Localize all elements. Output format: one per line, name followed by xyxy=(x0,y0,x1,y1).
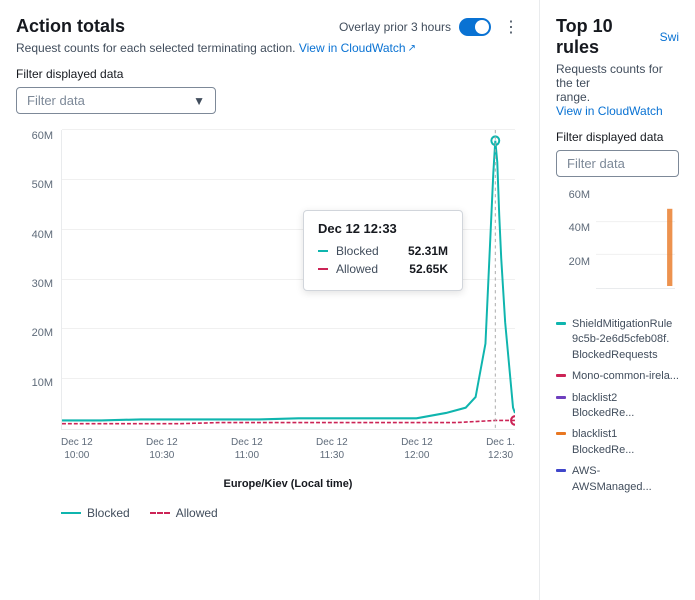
chart-area: 10M 20M 30M 40M 50M 60M xyxy=(16,130,523,470)
left-panel: Action totals Overlay prior 3 hours ⋮ Re… xyxy=(0,0,540,600)
tooltip-box: Dec 12 12:33 Blocked 52.31M Allowed 52.6… xyxy=(303,210,463,291)
tooltip-allowed-color xyxy=(318,268,328,270)
right-chart-plot xyxy=(596,189,675,289)
rule-label-4: blacklist1 BlockedRe... xyxy=(572,427,679,458)
filter-label: Filter displayed data xyxy=(16,67,523,81)
right-panel: Top 10 rules Swi Requests counts for the… xyxy=(540,0,695,600)
right-chart-svg xyxy=(596,189,675,288)
legend-allowed-label: Allowed xyxy=(176,506,218,520)
right-filter-label: Filter displayed data xyxy=(556,130,679,144)
subtitle: Request counts for each selected termina… xyxy=(16,41,523,55)
legend-item-allowed: Allowed xyxy=(150,506,218,520)
filter-dropdown-text: Filter data xyxy=(27,93,85,108)
tooltip-date: Dec 12 12:33 xyxy=(318,221,448,236)
rule-label-5: AWS-AWSManaged... xyxy=(572,464,679,495)
x-label-5: Dec 1212:00 xyxy=(401,436,433,462)
right-panel-header: Top 10 rules Swi xyxy=(556,16,679,58)
x-label-4: Dec 1211:30 xyxy=(316,436,348,462)
rule-item-1: ShieldMitigationRule 9c5b-2e6d5cfeb08f. … xyxy=(556,317,679,363)
legend: Blocked Allowed xyxy=(16,506,523,520)
rule-dot-5 xyxy=(556,469,566,472)
tooltip-row-allowed: Allowed 52.65K xyxy=(318,262,448,276)
y-label-10m: 10M xyxy=(16,377,61,389)
panel-title: Action totals xyxy=(16,16,125,37)
right-title: Top 10 rules xyxy=(556,16,660,58)
right-chart-container: 20M 40M 60M xyxy=(556,189,679,309)
tooltip-blocked-color xyxy=(318,250,328,252)
rule-dot-2 xyxy=(556,374,566,377)
legend-item-blocked: Blocked xyxy=(61,506,130,520)
dots-menu[interactable]: ⋮ xyxy=(499,17,523,37)
legend-blocked-line xyxy=(61,512,81,514)
legend-allowed-line xyxy=(150,512,170,514)
y-label-60m: 60M xyxy=(16,130,61,142)
tooltip-row-blocked: Blocked 52.31M xyxy=(318,244,448,258)
header-controls: Overlay prior 3 hours ⋮ xyxy=(339,17,523,37)
x-label-2: Dec 1210:30 xyxy=(146,436,178,462)
rule-item-3: blacklist2 BlockedRe... xyxy=(556,391,679,422)
tooltip-blocked-value: 52.31M xyxy=(408,244,448,258)
x-axis: Dec 1210:00 Dec 1210:30 Dec 1211:00 Dec … xyxy=(61,430,515,470)
right-bar xyxy=(667,209,672,286)
chevron-down-icon: ▼ xyxy=(193,94,205,108)
overlay-toggle[interactable] xyxy=(459,18,491,36)
rule-dot-1 xyxy=(556,322,566,325)
y-axis: 10M 20M 30M 40M 50M 60M xyxy=(16,130,61,430)
rule-label-2: Mono-common-irela... xyxy=(572,369,679,384)
rule-item-5: AWS-AWSManaged... xyxy=(556,464,679,495)
y-label-40m: 40M xyxy=(16,229,61,241)
right-subtitle: Requests counts for the ter range. View … xyxy=(556,62,679,118)
rule-label-1: ShieldMitigationRule 9c5b-2e6d5cfeb08f. … xyxy=(572,317,679,363)
rule-label-3: blacklist2 BlockedRe... xyxy=(572,391,679,422)
overlay-label: Overlay prior 3 hours xyxy=(339,20,451,34)
tooltip-allowed-value: 52.65K xyxy=(409,262,448,276)
x-axis-title: Europe/Kiev (Local time) xyxy=(61,478,515,490)
external-link-icon: ↗ xyxy=(408,43,416,54)
allowed-line xyxy=(62,420,515,423)
right-filter-text: Filter data xyxy=(567,156,625,171)
filter-dropdown[interactable]: Filter data ▼ xyxy=(16,87,216,114)
rules-list: ShieldMitigationRule 9c5b-2e6d5cfeb08f. … xyxy=(556,317,679,501)
rule-dot-3 xyxy=(556,396,566,399)
y-label-50m: 50M xyxy=(16,179,61,191)
right-filter-dropdown[interactable]: Filter data xyxy=(556,150,679,177)
rule-item-2: Mono-common-irela... xyxy=(556,369,679,384)
right-y-label-20: 20M xyxy=(556,256,596,268)
rule-dot-4 xyxy=(556,432,566,435)
y-label-20m: 20M xyxy=(16,327,61,339)
y-label-30m: 30M xyxy=(16,278,61,290)
right-y-label-60: 60M xyxy=(556,189,596,201)
x-label-6: Dec 1.12:30 xyxy=(486,436,515,462)
tooltip-blocked-name: Blocked xyxy=(336,244,400,258)
x-label-1: Dec 1210:00 xyxy=(61,436,93,462)
cloudwatch-link[interactable]: View in CloudWatch ↗ xyxy=(299,41,416,55)
tooltip-allowed-name: Allowed xyxy=(336,262,401,276)
right-y-axis: 20M 40M 60M xyxy=(556,189,596,289)
legend-blocked-label: Blocked xyxy=(87,506,130,520)
x-label-3: Dec 1211:00 xyxy=(231,436,263,462)
panel-header: Action totals Overlay prior 3 hours ⋮ xyxy=(16,16,523,37)
rule-item-4: blacklist1 BlockedRe... xyxy=(556,427,679,458)
right-cloudwatch-link[interactable]: View in CloudWatch xyxy=(556,104,663,118)
switch-label[interactable]: Swi xyxy=(660,30,679,44)
right-y-label-40: 40M xyxy=(556,222,596,234)
